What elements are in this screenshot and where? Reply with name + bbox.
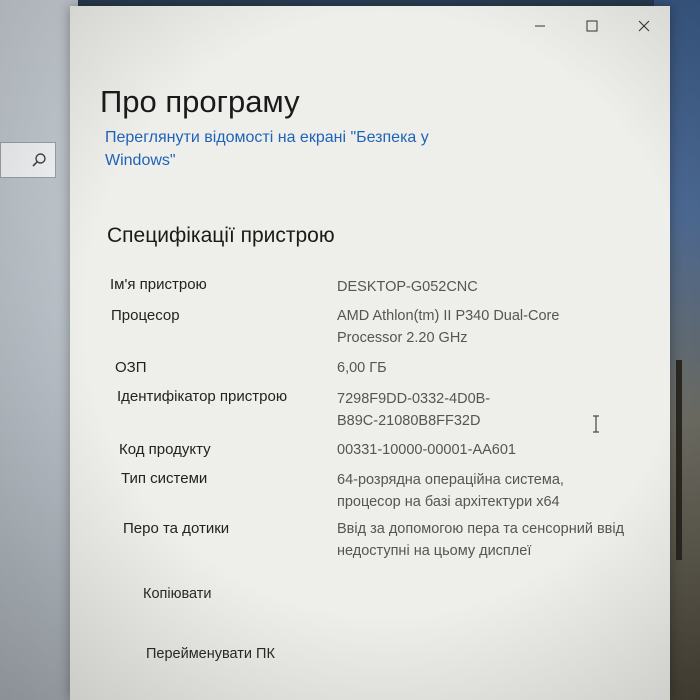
close-button[interactable] — [618, 6, 670, 46]
close-icon — [638, 20, 650, 32]
minimize-button[interactable] — [514, 6, 566, 46]
minimize-icon — [535, 25, 545, 27]
device-specs-heading: Специфікації пристрою — [107, 224, 335, 247]
search-icon — [32, 153, 46, 167]
about-window: Про програму Переглянути відомості на ек… — [70, 6, 670, 700]
windows-security-link[interactable]: Переглянути відомості на екрані "Безпека… — [105, 126, 485, 172]
maximize-button[interactable] — [566, 6, 618, 46]
spec-value: 00331-10000-00001-AA601 — [337, 442, 516, 458]
spec-value: Ввід за допомогою пера та сенсорний ввід… — [337, 521, 625, 559]
spec-label: Перо та дотики — [123, 520, 230, 537]
spec-label: Ім'я пристрою — [110, 276, 207, 293]
spec-label: ОЗП — [115, 359, 147, 376]
spec-value: 6,00 ГБ — [337, 360, 387, 376]
background-search-box[interactable] — [0, 142, 56, 178]
maximize-icon — [586, 20, 598, 32]
rename-pc-button[interactable]: Перейменувати ПК — [146, 646, 275, 662]
spec-label: Ідентифікатор пристрою — [117, 388, 288, 405]
spec-value: DESKTOP-G052CNC — [337, 279, 478, 295]
spec-value: AMD Athlon(tm) II P340 Dual-Core Process… — [337, 308, 560, 346]
spec-value: 7298F9DD-0332-4D0B-B89C-21080B8FF32D — [337, 391, 491, 429]
window-caption-buttons — [514, 6, 670, 46]
text-cursor-icon — [593, 415, 599, 433]
background-app — [0, 0, 78, 700]
copy-button[interactable]: Копіювати — [143, 586, 212, 602]
spec-value: 64-розрядна операційна система, процесор… — [337, 472, 564, 510]
spec-label: Код продукту — [119, 441, 211, 458]
spec-label: Тип системи — [121, 470, 208, 487]
page-title: Про програму — [100, 84, 300, 119]
spec-label: Процесор — [111, 307, 180, 324]
